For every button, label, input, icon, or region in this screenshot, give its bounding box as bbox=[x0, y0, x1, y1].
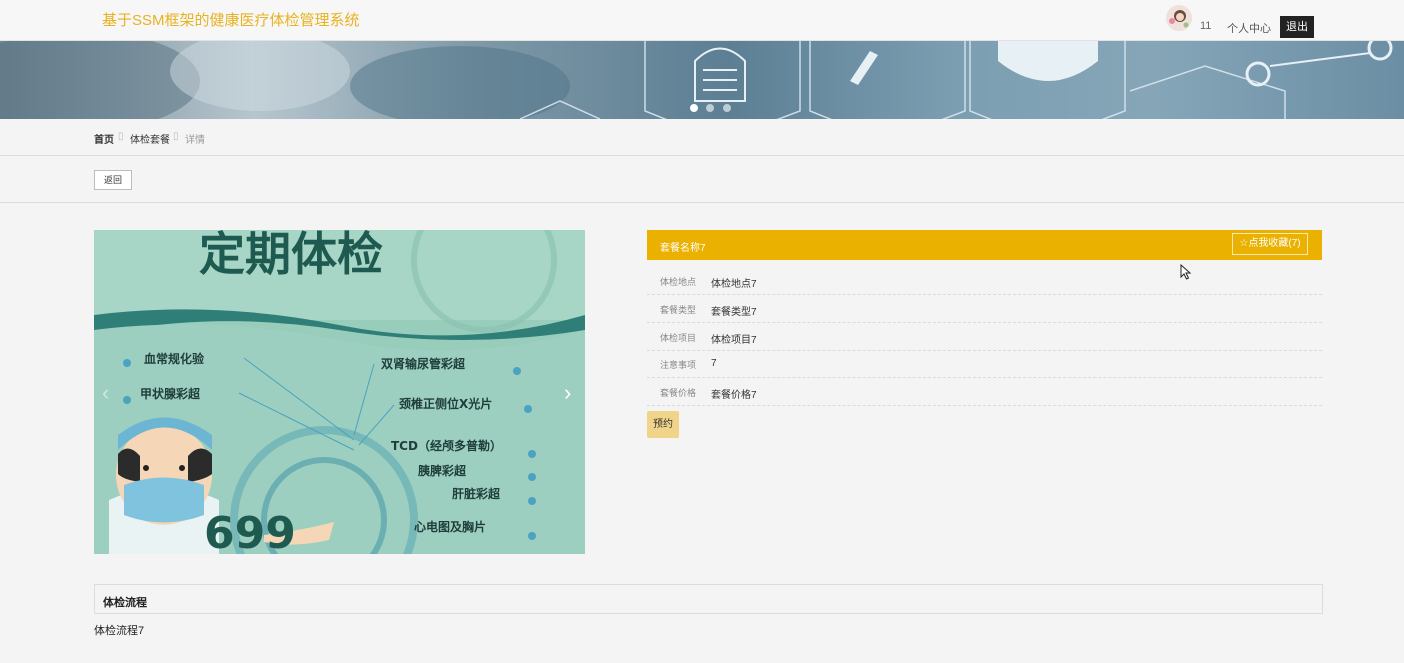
action-bar: 返回 bbox=[0, 156, 1404, 203]
info-value: 体检地点7 bbox=[711, 279, 757, 290]
info-row-price: 套餐价格 套餐价格7 bbox=[647, 378, 1322, 406]
user-avatar[interactable] bbox=[1166, 5, 1192, 31]
info-row-items: 体检项目 体检项目7 bbox=[647, 323, 1322, 351]
carousel-item: 血常规化验 bbox=[144, 351, 205, 366]
process-title: 体检流程 bbox=[103, 597, 147, 609]
info-value: 体检项目7 bbox=[711, 335, 757, 346]
info-label: 体检项目 bbox=[660, 333, 697, 343]
info-value: 套餐价格7 bbox=[711, 390, 757, 401]
package-image-carousel: 定期体检 血常规化验 甲状腺彩超 双肾输尿管彩超 颈椎正侧位X光片 TCD（经颅… bbox=[94, 230, 585, 554]
package-name: 套餐名称7 bbox=[660, 243, 706, 254]
site-title[interactable]: 基于SSM框架的健康医疗体检管理系统 bbox=[102, 9, 360, 30]
info-value: 7 bbox=[711, 358, 717, 369]
carousel-title: 定期体检 bbox=[199, 230, 383, 281]
carousel-item: 胰脾彩超 bbox=[418, 463, 467, 478]
carousel-next-button[interactable]: › bbox=[564, 380, 571, 406]
breadcrumb-home[interactable]: 首页 bbox=[94, 131, 114, 146]
mouse-cursor-icon bbox=[1180, 264, 1192, 280]
banner-carousel bbox=[0, 41, 1404, 119]
carousel-item: TCD（经颅多普勒） bbox=[391, 438, 502, 453]
info-row-type: 套餐类型 套餐类型7 bbox=[647, 295, 1322, 323]
carousel-indicators bbox=[690, 101, 736, 115]
back-button[interactable]: 返回 bbox=[94, 170, 132, 190]
book-button[interactable]: 预约 bbox=[647, 411, 679, 438]
info-value: 套餐类型7 bbox=[711, 307, 757, 318]
carousel-item: 甲状腺彩超 bbox=[140, 386, 201, 401]
favorite-button[interactable]: ☆点我收藏(7) bbox=[1232, 233, 1308, 255]
process-content: 体检流程7 bbox=[94, 625, 145, 637]
indicator-dot[interactable] bbox=[722, 104, 731, 112]
indicator-dot[interactable] bbox=[690, 104, 698, 112]
carousel-item: 心电图及胸片 bbox=[414, 519, 486, 534]
breadcrumb-separator: ▯ bbox=[173, 131, 179, 142]
carousel-item: 颈椎正侧位X光片 bbox=[398, 396, 492, 411]
info-label: 套餐价格 bbox=[660, 388, 697, 398]
info-row-location: 体检地点 体检地点7 bbox=[647, 267, 1322, 295]
process-section-header: 体检流程 bbox=[94, 584, 1323, 614]
indicator-dot[interactable] bbox=[706, 104, 715, 112]
package-header: 套餐名称7 ☆点我收藏(7) bbox=[647, 230, 1322, 260]
carousel-prev-button[interactable]: ‹ bbox=[102, 380, 109, 406]
info-label: 套餐类型 bbox=[660, 305, 697, 315]
carousel-price: 699 bbox=[204, 508, 296, 554]
breadcrumb-package[interactable]: 体检套餐 bbox=[130, 131, 170, 146]
username: 11 bbox=[1200, 20, 1212, 32]
info-row-notes: 注意事项 7 bbox=[647, 350, 1322, 378]
info-label: 体检地点 bbox=[660, 277, 697, 287]
breadcrumb-detail: 详情 bbox=[185, 135, 205, 146]
info-label: 注意事项 bbox=[660, 360, 697, 370]
carousel-item: 肝脏彩超 bbox=[452, 486, 501, 501]
breadcrumb-separator: ▯ bbox=[118, 131, 124, 142]
user-center-link[interactable]: 个人中心 bbox=[1227, 20, 1271, 36]
carousel-item: 双肾输尿管彩超 bbox=[381, 356, 466, 371]
top-navbar: 基于SSM框架的健康医疗体检管理系统 11 个人中心 退出 bbox=[0, 0, 1404, 41]
breadcrumb: 首页 ▯ 体检套餐 ▯ 详情 bbox=[0, 119, 1404, 156]
logout-button[interactable]: 退出 bbox=[1280, 16, 1314, 38]
